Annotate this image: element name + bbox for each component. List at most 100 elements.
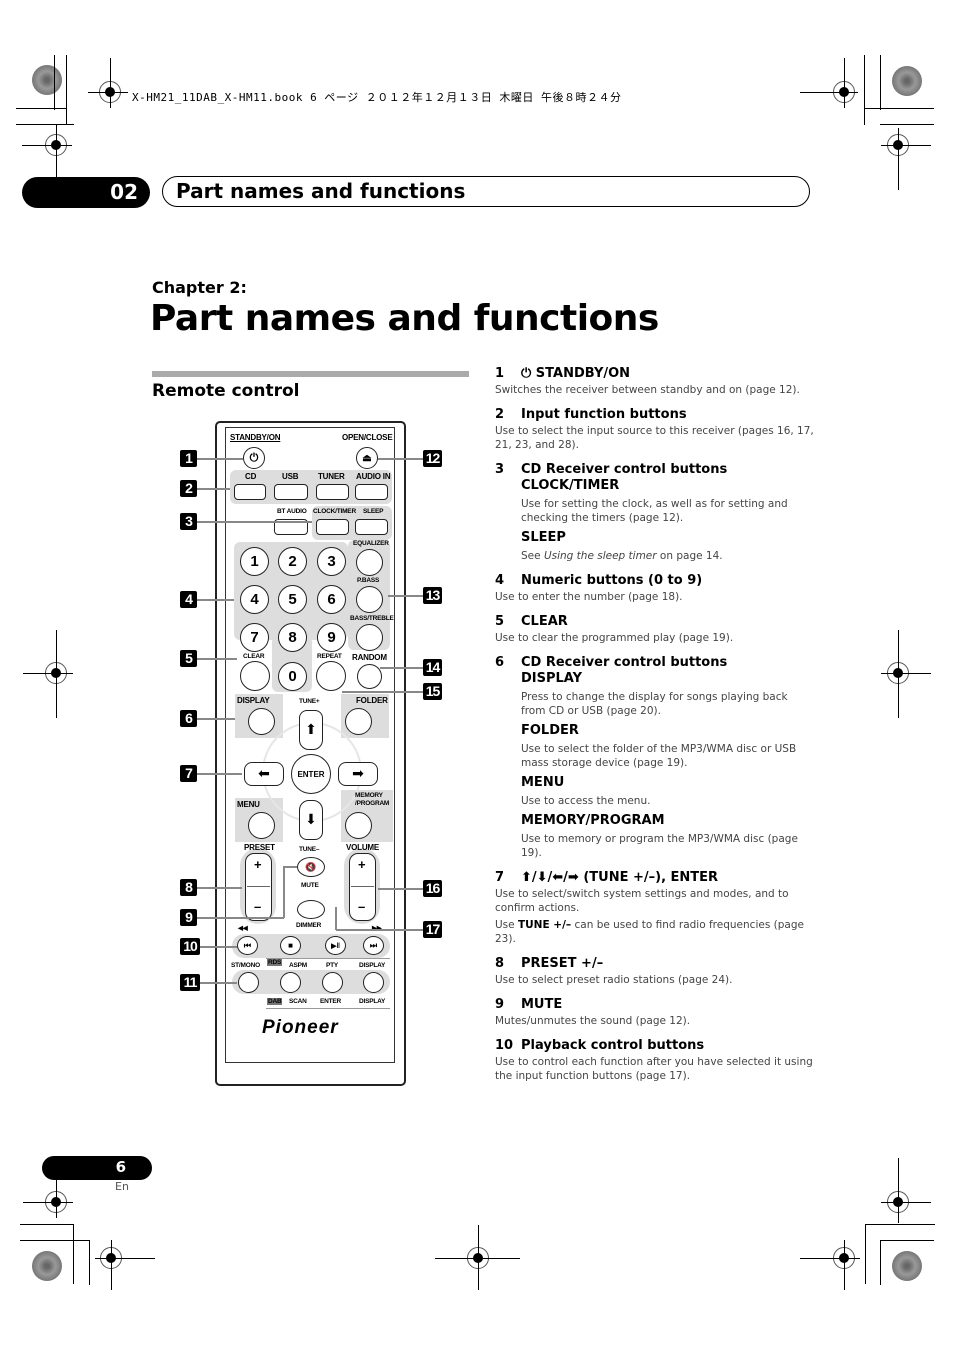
item-text: Mutes/unmutes the sound (page 12). <box>495 1015 691 1027</box>
standby-button[interactable]: ⏻ <box>243 447 265 469</box>
digit-1-button[interactable]: 1 <box>240 547 269 576</box>
equalizer-label: EQUALIZER <box>353 540 389 547</box>
sub-title: FOLDER <box>521 723 579 738</box>
open-close-label: OPEN/CLOSE <box>342 433 393 442</box>
stop-button[interactable]: ■ <box>280 936 301 955</box>
item-3: 3 CD Receiver control buttons CLOCK/TIMER… <box>495 462 815 563</box>
right-button[interactable]: ➡ <box>338 762 378 786</box>
registration-disc-icon <box>32 1251 62 1281</box>
item-number: 4 <box>495 573 505 588</box>
digit-7-button[interactable]: 7 <box>240 623 269 652</box>
registration-disc-icon <box>892 66 922 96</box>
bass-treble-button[interactable] <box>356 624 383 651</box>
clear-button[interactable] <box>240 661 270 691</box>
item-title: Input function buttons <box>521 407 687 422</box>
st-mono-label: ST/MONO <box>231 962 260 969</box>
text-fragment: Use <box>495 919 518 931</box>
random-button[interactable] <box>357 664 382 689</box>
tuner-button[interactable] <box>316 484 349 500</box>
equalizer-button[interactable] <box>356 549 383 576</box>
mute-button[interactable]: 🔇 <box>297 857 325 877</box>
text-fragment: See <box>521 550 544 562</box>
previous-button[interactable]: ⏮ <box>237 936 258 955</box>
left-button[interactable]: ⬅ <box>244 762 284 786</box>
digit-2-button[interactable]: 2 <box>278 547 307 576</box>
text-bold: TUNE +/– <box>517 919 572 931</box>
st-mono-button[interactable] <box>238 972 259 993</box>
usb-button[interactable] <box>274 484 308 500</box>
digit-8-button[interactable]: 8 <box>278 623 307 652</box>
aspm-scan-button[interactable] <box>280 972 301 993</box>
item-number: 6 <box>495 655 505 670</box>
callout-7: 7 <box>180 765 197 782</box>
sub-title: MEMORY/PROGRAM <box>521 813 665 828</box>
item-9: 9 MUTE Mutes/unmutes the sound (page 12). <box>495 997 815 1028</box>
chapter-number: 02 <box>110 180 138 204</box>
tune-down-button[interactable]: ⬇ <box>299 800 323 840</box>
pty-enter-button[interactable] <box>322 972 343 993</box>
digit-9-button[interactable]: 9 <box>317 623 346 652</box>
rds-badge: RDS <box>267 959 283 966</box>
callout-9: 9 <box>180 909 197 926</box>
section-rule <box>152 371 469 377</box>
item-title: ⏻ STANDBY/ON <box>521 366 631 381</box>
digit-5-button[interactable]: 5 <box>278 585 307 614</box>
item-text: Switches the receiver between standby an… <box>495 384 800 396</box>
mute-label: MUTE <box>301 882 319 889</box>
pbass-button[interactable] <box>356 586 383 613</box>
digit-3-button[interactable]: 3 <box>317 547 346 576</box>
display-button[interactable] <box>248 708 275 735</box>
dab-display-label: DISPLAY <box>359 998 386 1005</box>
item-title: Numeric buttons (0 to 9) <box>521 573 703 588</box>
item-number: 5 <box>495 614 505 629</box>
standby-label: STANDBY/ON <box>230 433 281 442</box>
aspm-label: ASPM <box>289 962 307 969</box>
pioneer-logo: Pioneer <box>262 1017 339 1038</box>
tune-up-button[interactable]: ⬆ <box>299 710 323 750</box>
enter-button[interactable]: ENTER <box>291 754 331 794</box>
sleep-button[interactable] <box>355 519 388 535</box>
clock-timer-button[interactable] <box>316 519 349 535</box>
dimmer-button[interactable] <box>297 900 325 919</box>
chapter-number-tab: 02 <box>22 177 150 208</box>
cd-button[interactable] <box>234 484 266 500</box>
rds-dab-display-button[interactable] <box>363 972 384 993</box>
callout-16: 16 <box>423 880 442 897</box>
rewind-indicator-icon: ◀◀ <box>238 925 248 932</box>
item-10: 10 Playback control buttons Use to contro… <box>495 1038 815 1083</box>
volume-minus-button[interactable]: – <box>358 899 365 914</box>
item-2: 2 Input function buttons Use to select th… <box>495 407 815 452</box>
open-close-button[interactable]: ⏏ <box>356 447 378 469</box>
preset-minus-button[interactable]: – <box>254 899 261 914</box>
repeat-button[interactable] <box>316 661 346 691</box>
callout-4: 4 <box>180 591 197 608</box>
memory-program-label: MEMORY /PROGRAM <box>355 792 390 807</box>
folder-button[interactable] <box>345 708 372 735</box>
sub-text: See Using the sleep timer on page 14. <box>521 549 815 563</box>
item-title: PRESET +/– <box>521 956 604 971</box>
play-pause-button[interactable]: ▶‖ <box>325 936 346 955</box>
volume-plus-button[interactable]: + <box>358 857 366 872</box>
menu-button[interactable] <box>248 812 275 839</box>
digit-4-button[interactable]: 4 <box>240 585 269 614</box>
item-title: ⬆/⬇/⬅/➡ (TUNE +/–), ENTER <box>521 870 719 885</box>
tuner-label: TUNER <box>318 472 345 481</box>
audio-in-button[interactable] <box>355 484 388 500</box>
folder-label: FOLDER <box>356 696 388 705</box>
callout-8: 8 <box>180 879 197 896</box>
display-label: DISPLAY <box>237 696 270 705</box>
item-title: CD Receiver control buttons <box>521 462 728 477</box>
memory-program-button[interactable] <box>345 812 372 839</box>
digit-6-button[interactable]: 6 <box>317 585 346 614</box>
preset-plus-button[interactable]: + <box>254 857 262 872</box>
item-text: Use to enter the number (page 18). <box>495 591 683 603</box>
power-icon: ⏻ <box>249 451 259 464</box>
cd-label: CD <box>245 472 257 481</box>
scan-label: SCAN <box>289 998 307 1005</box>
sub-text: Use to access the menu. <box>521 795 651 807</box>
digit-0-button[interactable]: 0 <box>278 662 307 691</box>
next-button[interactable]: ⏭ <box>363 936 384 955</box>
description-list: 1 ⏻ STANDBY/ON Switches the receiver betw… <box>495 366 815 1083</box>
item-text: Use to clear the programmed play (page 1… <box>495 632 734 644</box>
language-label: En <box>115 1180 129 1193</box>
